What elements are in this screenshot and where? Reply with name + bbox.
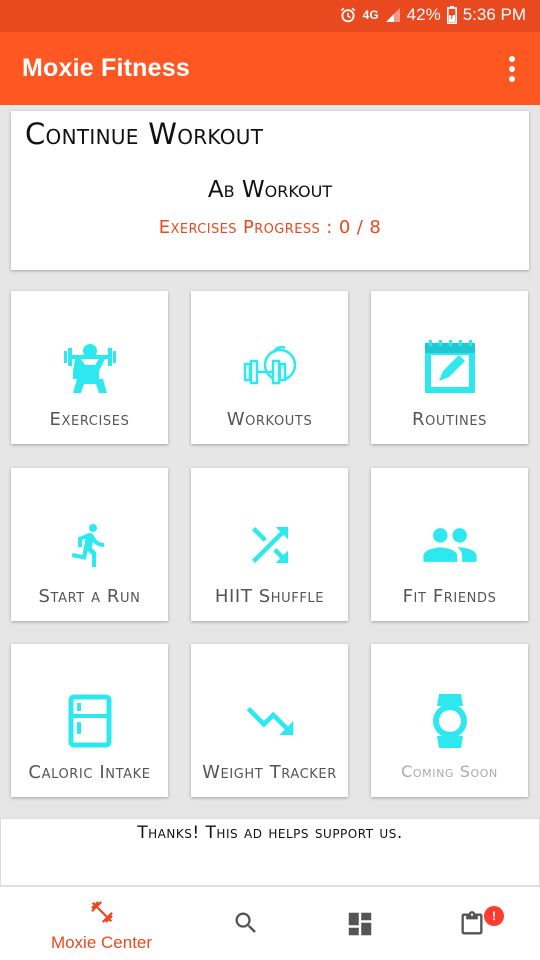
tile-label: Coming Soon — [401, 762, 498, 781]
signal-icon — [385, 7, 401, 23]
dashboard-icon — [345, 909, 375, 943]
nav-label: Moxie Center — [50, 933, 153, 952]
network-type: 4G — [362, 8, 379, 22]
battery-icon — [446, 6, 457, 24]
exercise-progress: Exercises Progress : 0 / 8 — [158, 217, 382, 238]
tile-label: Start a Run — [38, 586, 141, 607]
app-bar: Moxie Fitness — [0, 32, 540, 105]
weightlifter-icon — [11, 339, 168, 397]
tile-label: Exercises — [49, 409, 130, 430]
tile-routines[interactable]: Routines — [371, 291, 528, 444]
clock: 5:36 PM — [462, 5, 526, 24]
ad-banner[interactable]: Thanks! This ad helps support us. — [0, 818, 540, 886]
tile-label: HIIT Shuffle — [214, 586, 325, 607]
bottom-navigation: Moxie Center ! — [0, 886, 540, 960]
running-person-icon — [11, 516, 168, 574]
tile-label: Caloric Intake — [28, 762, 151, 783]
continue-workout-card[interactable]: Continue Workout Ab Workout Exercises Pr… — [11, 111, 529, 270]
app-title: Moxie Fitness — [22, 54, 190, 82]
more-vert-icon[interactable] — [502, 54, 522, 84]
tile-workouts[interactable]: Workouts — [191, 291, 348, 444]
notification-badge: ! — [484, 906, 504, 926]
clipboard-icon — [458, 909, 486, 943]
continue-workout-title: Continue Workout — [25, 117, 264, 151]
calendar-edit-icon — [371, 339, 528, 397]
tile-label: Weight Tracker — [202, 762, 337, 783]
tile-label: Routines — [411, 409, 488, 430]
dumbbell-apple-icon — [191, 339, 348, 397]
alarm-icon — [339, 6, 357, 24]
dumbbell-icon — [89, 899, 115, 929]
search-icon — [232, 909, 260, 941]
tile-fit-friends[interactable]: Fit Friends — [371, 468, 528, 621]
fridge-icon — [11, 692, 168, 750]
battery-percent: 42% — [406, 5, 441, 24]
status-bar: 4G 42% 5:36 PM — [0, 0, 540, 32]
trending-down-icon — [191, 692, 348, 750]
nav-clipboard[interactable]: ! — [404, 887, 539, 960]
nav-moxie-center[interactable]: Moxie Center — [34, 887, 169, 960]
tile-label: Fit Friends — [402, 586, 497, 607]
ad-text: Thanks! This ad helps support us. — [137, 823, 403, 843]
shuffle-icon — [191, 516, 348, 574]
smartwatch-icon — [371, 692, 528, 750]
tile-weight-tracker[interactable]: Weight Tracker — [191, 644, 348, 797]
tile-start-a-run[interactable]: Start a Run — [11, 468, 168, 621]
status-icons: 4G 42% 5:36 PM — [339, 5, 526, 25]
tile-caloric-intake[interactable]: Caloric Intake — [11, 644, 168, 797]
people-icon — [371, 516, 528, 574]
tile-coming-soon: Coming Soon — [371, 644, 528, 797]
tile-label: Workouts — [226, 409, 313, 430]
tile-exercises[interactable]: Exercises — [11, 291, 168, 444]
current-workout-name: Ab Workout — [207, 177, 333, 203]
tile-hiit-shuffle[interactable]: HIIT Shuffle — [191, 468, 348, 621]
